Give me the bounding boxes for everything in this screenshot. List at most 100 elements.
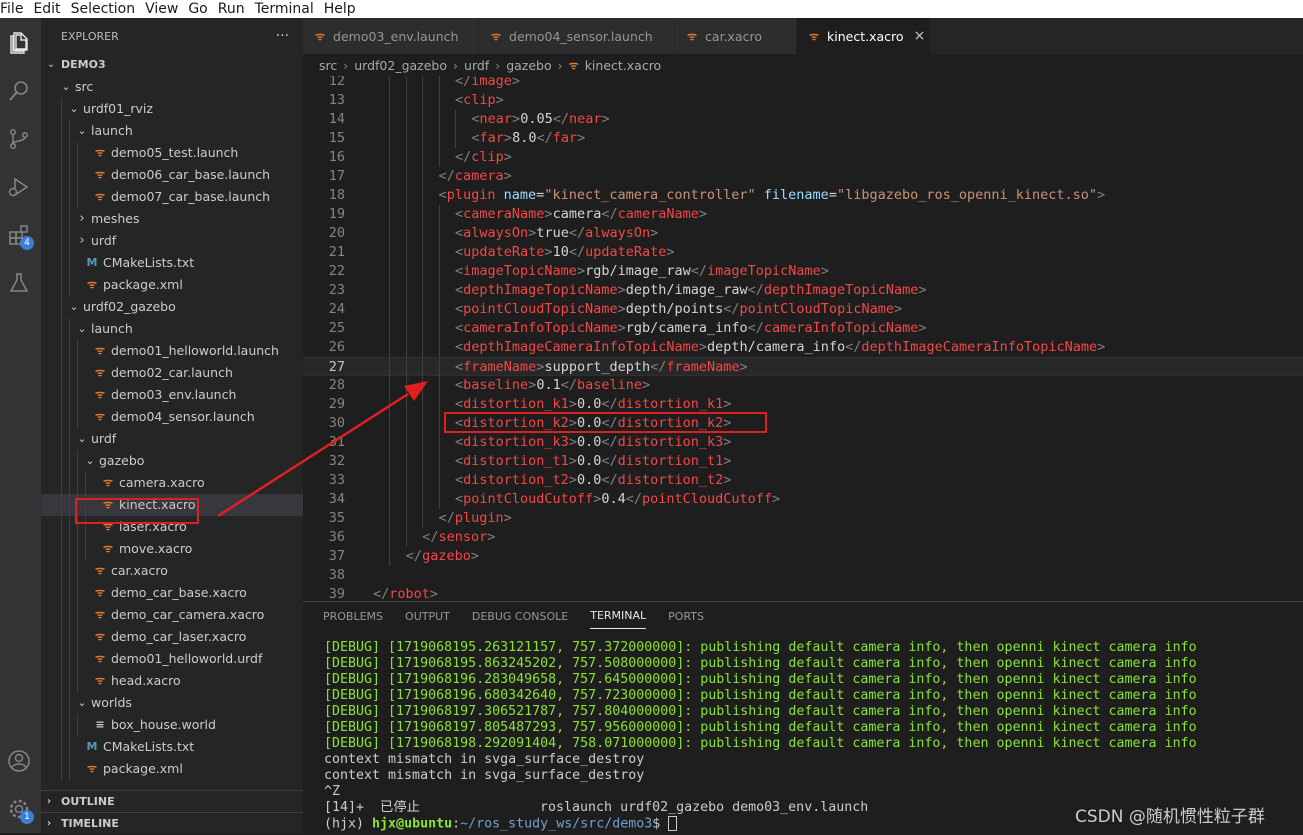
code-line: 22 <imageTopicName>rgb/image_raw</imageTo… — [303, 262, 1303, 281]
file-item[interactable]: M CMakeLists.txt — [41, 736, 303, 758]
code-token: </ — [455, 149, 472, 165]
indent-guide — [77, 164, 78, 186]
panel-tabs: PROBLEMS OUTPUT DEBUG CONSOLE TERMINAL PORTS — [303, 602, 1303, 630]
breadcrumb-item[interactable]: kinect.xacro — [585, 58, 662, 73]
menu-item-selection[interactable]: Selection — [71, 1, 136, 17]
folder-item[interactable]: ⌄ worlds — [41, 692, 303, 714]
breadcrumb-item[interactable]: gazebo — [506, 58, 551, 73]
tree-item-label: demo06_car_base.launch — [111, 167, 271, 182]
search-icon[interactable] — [4, 76, 34, 106]
folder-item[interactable]: ⌄ launch — [41, 318, 303, 340]
code-line: 32 <distortion_t1>0.0</distortion_t1> — [303, 452, 1303, 471]
terminal-output[interactable]: [DEBUG] [1719068195.263121157, 757.37200… — [324, 640, 1197, 833]
indent-guide — [422, 129, 424, 148]
file-item[interactable]: M CMakeLists.txt — [41, 252, 303, 274]
close-icon[interactable]: × — [914, 28, 926, 44]
indent-guide — [438, 490, 440, 509]
code-token: > — [666, 244, 675, 260]
explorer-icon[interactable] — [4, 28, 34, 58]
file-tree: ⌄ DEMO3 ⌄ src ⌄ urdf01_rviz ⌄ launch ᯤ demo05_t… — [41, 54, 303, 780]
panel-tab-problems[interactable]: PROBLEMS — [323, 604, 383, 629]
code-token: > — [568, 434, 577, 450]
workspace-root[interactable]: ⌄ DEMO3 — [41, 54, 303, 76]
panel-tab-terminal[interactable]: TERMINAL — [590, 603, 647, 629]
file-item[interactable]: ᯤ head.xacro — [41, 670, 303, 692]
folder-item[interactable]: ⌄ gazebo — [41, 450, 303, 472]
file-item[interactable]: ᯤ demo02_car.launch — [41, 362, 303, 384]
code-token: < — [455, 396, 464, 412]
testing-flask-icon[interactable] — [4, 268, 34, 298]
file-item[interactable]: ᯤ demo03_env.launch — [41, 384, 303, 406]
folder-item[interactable]: ⌄ launch — [41, 120, 303, 142]
code-line: 33 <distortion_t2>0.0</distortion_t2> — [303, 471, 1303, 490]
more-actions-button[interactable]: ··· — [276, 28, 289, 44]
settings-gear-icon[interactable]: 1 — [4, 794, 34, 824]
panel-tab-output[interactable]: OUTPUT — [405, 604, 450, 629]
run-debug-icon[interactable] — [4, 172, 34, 202]
code-token: depthImageCameraInfoTopicName — [861, 339, 1098, 355]
panel-tab-ports[interactable]: PORTS — [668, 604, 704, 629]
code-editor[interactable]: 12 </image> 13 <clip> 14 <near>0.05</near> 15 <… — [303, 76, 1303, 601]
terminal-prompt[interactable]: (hjx) hjx@ubuntu:~/ros_study_ws/src/demo… — [324, 816, 1197, 833]
account-icon[interactable] — [4, 746, 34, 776]
file-item[interactable]: ᯤ camera.xacro — [41, 472, 303, 494]
file-item[interactable]: ᯤ demo_car_camera.xacro — [41, 604, 303, 626]
tab-demo03-env-launch[interactable]: ᯤ demo03_env.launch — [303, 18, 479, 54]
line-number: 31 — [328, 434, 345, 450]
code-token: </ — [601, 453, 618, 469]
cmake-file-icon: M — [86, 256, 98, 269]
tab-kinect-xacro[interactable]: ᯤ kinect.xacro × — [797, 18, 931, 54]
tree-item-label: camera.xacro — [119, 475, 205, 490]
file-item[interactable]: ᯤ demo05_test.launch — [41, 142, 303, 164]
tab-label: demo04_sensor.launch — [509, 28, 653, 44]
menu-item-help[interactable]: Help — [324, 1, 356, 17]
tree-item-label: CMakeLists.txt — [103, 739, 195, 754]
folder-item[interactable]: › urdf — [41, 230, 303, 252]
file-item[interactable]: ᯤ demo06_car_base.launch — [41, 164, 303, 186]
indent-guide — [438, 471, 440, 490]
line-number: 32 — [328, 453, 345, 469]
code-token: > — [642, 377, 651, 393]
menu-item-go[interactable]: Go — [188, 1, 207, 17]
breadcrumb-item[interactable]: urdf — [464, 58, 489, 73]
file-item[interactable]: ᯤ demo01_helloworld.urdf — [41, 648, 303, 670]
file-item[interactable]: ᯤ car.xacro — [41, 560, 303, 582]
file-item[interactable]: ≡ box_house.world — [41, 714, 303, 736]
file-item[interactable]: ᯤ package.xml — [41, 758, 303, 780]
tab-demo04-sensor-launch[interactable]: ᯤ demo04_sensor.launch — [479, 18, 675, 54]
code-token: </ — [552, 111, 569, 127]
file-item[interactable]: ᯤ package.xml — [41, 274, 303, 296]
breadcrumb-item[interactable]: urdf02_gazebo — [354, 58, 447, 73]
menu-item-file[interactable]: File — [0, 1, 23, 17]
file-item[interactable]: ᯤ demo_car_laser.xacro — [41, 626, 303, 648]
tab-car-xacro[interactable]: ᯤ car.xacro — [675, 18, 797, 54]
code-token: clip — [471, 149, 504, 165]
outline-section[interactable]: › OUTLINE — [41, 790, 303, 812]
file-item[interactable]: ᯤ demo_car_base.xacro — [41, 582, 303, 604]
folder-item[interactable]: ⌄ urdf — [41, 428, 303, 450]
indent-guide — [61, 164, 62, 186]
file-item[interactable]: ᯤ move.xacro — [41, 538, 303, 560]
folder-item[interactable]: ⌄ urdf01_rviz — [41, 98, 303, 120]
folder-item[interactable]: ⌄ src — [41, 76, 303, 98]
panel-tab-debug-console[interactable]: DEBUG CONSOLE — [472, 604, 568, 629]
code-token: plugin — [446, 187, 496, 203]
indent-guide — [61, 252, 62, 274]
timeline-section[interactable]: › TIMELINE — [41, 812, 303, 834]
file-item[interactable]: ᯤ demo07_car_base.launch — [41, 186, 303, 208]
folder-item[interactable]: › meshes — [41, 208, 303, 230]
menu-item-run[interactable]: Run — [218, 1, 245, 17]
menu-item-view[interactable]: View — [145, 1, 178, 17]
menu-item-edit[interactable]: Edit — [33, 1, 60, 17]
folder-item[interactable]: ⌄ urdf02_gazebo — [41, 296, 303, 318]
code-token: > — [1097, 339, 1106, 355]
code-token: depthImageTopicName — [463, 282, 618, 298]
indent-guide — [61, 186, 62, 208]
menu-item-terminal[interactable]: Terminal — [255, 1, 314, 17]
file-item[interactable]: ᯤ demo01_helloworld.launch — [41, 340, 303, 362]
source-control-icon[interactable] — [4, 124, 34, 154]
breadcrumb-item[interactable]: src — [319, 58, 337, 73]
file-item[interactable]: ᯤ demo04_sensor.launch — [41, 406, 303, 428]
indent-guide — [422, 167, 424, 186]
extensions-icon[interactable]: 4 — [4, 220, 34, 250]
